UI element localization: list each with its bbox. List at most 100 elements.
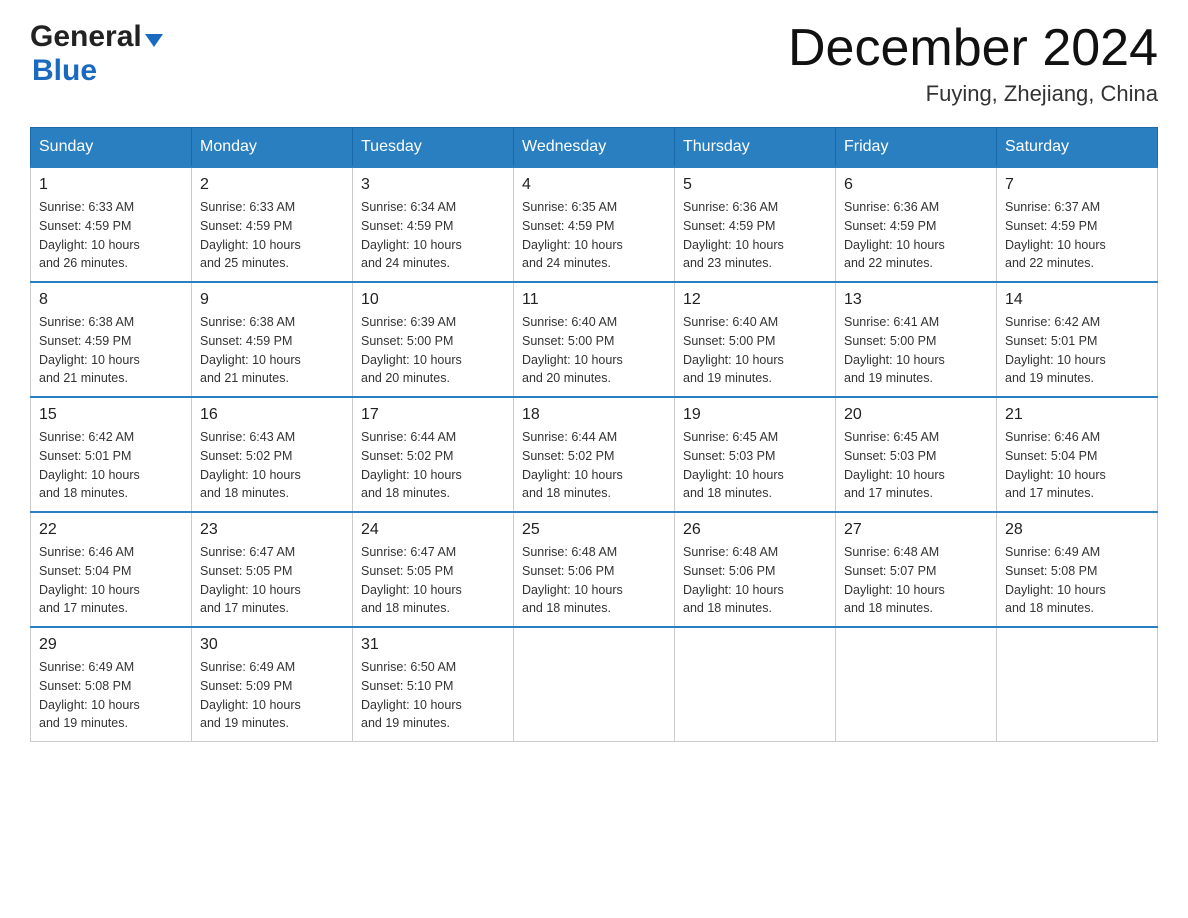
- day-number: 31: [361, 636, 505, 654]
- calendar-cell: 4Sunrise: 6:35 AM Sunset: 4:59 PM Daylig…: [514, 167, 675, 282]
- calendar-cell: 7 Sunrise: 6:37 AM Sunset: 4:59 PM Daylig…: [997, 167, 1158, 282]
- day-info: Sunrise: 6:34 AM Sunset: 4:59 PM Dayligh…: [361, 198, 505, 273]
- day-number: 2: [200, 176, 344, 194]
- day-number: 23: [200, 521, 344, 539]
- calendar-cell: 26 Sunrise: 6:48 AM Sunset: 5:06 PM Dayli…: [675, 512, 836, 627]
- calendar-cell: 20 Sunrise: 6:45 AM Sunset: 5:03 PM Dayli…: [836, 397, 997, 512]
- day-info: Sunrise: 6:48 AM Sunset: 5:07 PM Dayligh…: [844, 543, 988, 618]
- calendar-cell: 23Sunrise: 6:47 AM Sunset: 5:05 PM Dayli…: [192, 512, 353, 627]
- page-header: General Blue December 2024 Fuying, Zheji…: [30, 20, 1158, 107]
- calendar-cell: 19 Sunrise: 6:45 AM Sunset: 5:03 PM Dayli…: [675, 397, 836, 512]
- calendar-cell: 29 Sunrise: 6:49 AM Sunset: 5:08 PM Dayli…: [31, 627, 192, 742]
- month-title: December 2024: [788, 20, 1158, 77]
- day-info: Sunrise: 6:33 AM Sunset: 4:59 PM Dayligh…: [200, 198, 344, 273]
- calendar-cell: 24 Sunrise: 6:47 AM Sunset: 5:05 PM Dayli…: [353, 512, 514, 627]
- calendar-cell: [836, 627, 997, 742]
- day-info: Sunrise: 6:44 AM Sunset: 5:02 PM Dayligh…: [522, 428, 666, 503]
- day-info: Sunrise: 6:44 AM Sunset: 5:02 PM Dayligh…: [361, 428, 505, 503]
- day-info: Sunrise: 6:45 AM Sunset: 5:03 PM Dayligh…: [844, 428, 988, 503]
- calendar-cell: 9 Sunrise: 6:38 AM Sunset: 4:59 PM Daylig…: [192, 282, 353, 397]
- day-number: 26: [683, 521, 827, 539]
- calendar-cell: 8 Sunrise: 6:38 AM Sunset: 4:59 PM Daylig…: [31, 282, 192, 397]
- day-number: 8: [39, 291, 183, 309]
- calendar-cell: 3 Sunrise: 6:34 AM Sunset: 4:59 PM Daylig…: [353, 167, 514, 282]
- day-info: Sunrise: 6:43 AM Sunset: 5:02 PM Dayligh…: [200, 428, 344, 503]
- calendar-week-row: 15Sunrise: 6:42 AM Sunset: 5:01 PM Dayli…: [31, 397, 1158, 512]
- day-number: 19: [683, 406, 827, 424]
- day-info: Sunrise: 6:49 AM Sunset: 5:08 PM Dayligh…: [39, 658, 183, 733]
- calendar-cell: [514, 627, 675, 742]
- day-number: 20: [844, 406, 988, 424]
- day-info: Sunrise: 6:38 AM Sunset: 4:59 PM Dayligh…: [39, 313, 183, 388]
- day-number: 3: [361, 176, 505, 194]
- logo: General Blue: [30, 20, 163, 88]
- day-number: 11: [522, 291, 666, 309]
- day-number: 9: [200, 291, 344, 309]
- col-header-wednesday: Wednesday: [514, 128, 675, 168]
- calendar-cell: 25 Sunrise: 6:48 AM Sunset: 5:06 PM Dayli…: [514, 512, 675, 627]
- day-number: 27: [844, 521, 988, 539]
- day-number: 24: [361, 521, 505, 539]
- day-info: Sunrise: 6:47 AM Sunset: 5:05 PM Dayligh…: [361, 543, 505, 618]
- col-header-monday: Monday: [192, 128, 353, 168]
- calendar-cell: 17 Sunrise: 6:44 AM Sunset: 5:02 PM Dayli…: [353, 397, 514, 512]
- day-number: 29: [39, 636, 183, 654]
- day-info: Sunrise: 6:36 AM Sunset: 4:59 PM Dayligh…: [683, 198, 827, 273]
- calendar-cell: 15Sunrise: 6:42 AM Sunset: 5:01 PM Dayli…: [31, 397, 192, 512]
- day-number: 25: [522, 521, 666, 539]
- day-info: Sunrise: 6:49 AM Sunset: 5:09 PM Dayligh…: [200, 658, 344, 733]
- logo-triangle-icon: [145, 34, 163, 47]
- day-info: Sunrise: 6:46 AM Sunset: 5:04 PM Dayligh…: [39, 543, 183, 618]
- day-number: 6: [844, 176, 988, 194]
- day-info: Sunrise: 6:45 AM Sunset: 5:03 PM Dayligh…: [683, 428, 827, 503]
- day-number: 22: [39, 521, 183, 539]
- day-number: 30: [200, 636, 344, 654]
- day-info: Sunrise: 6:38 AM Sunset: 4:59 PM Dayligh…: [200, 313, 344, 388]
- day-info: Sunrise: 6:41 AM Sunset: 5:00 PM Dayligh…: [844, 313, 988, 388]
- col-header-tuesday: Tuesday: [353, 128, 514, 168]
- calendar-cell: 27 Sunrise: 6:48 AM Sunset: 5:07 PM Dayli…: [836, 512, 997, 627]
- day-number: 12: [683, 291, 827, 309]
- day-number: 17: [361, 406, 505, 424]
- calendar-cell: 28Sunrise: 6:49 AM Sunset: 5:08 PM Dayli…: [997, 512, 1158, 627]
- day-number: 4: [522, 176, 666, 194]
- calendar-cell: 18Sunrise: 6:44 AM Sunset: 5:02 PM Dayli…: [514, 397, 675, 512]
- calendar-week-row: 22 Sunrise: 6:46 AM Sunset: 5:04 PM Dayli…: [31, 512, 1158, 627]
- day-number: 10: [361, 291, 505, 309]
- day-info: Sunrise: 6:42 AM Sunset: 5:01 PM Dayligh…: [39, 428, 183, 503]
- calendar-cell: 12 Sunrise: 6:40 AM Sunset: 5:00 PM Dayli…: [675, 282, 836, 397]
- calendar-cell: 11 Sunrise: 6:40 AM Sunset: 5:00 PM Dayli…: [514, 282, 675, 397]
- calendar-week-row: 1 Sunrise: 6:33 AM Sunset: 4:59 PM Daylig…: [31, 167, 1158, 282]
- calendar-cell: 2 Sunrise: 6:33 AM Sunset: 4:59 PM Daylig…: [192, 167, 353, 282]
- calendar-header-row: SundayMondayTuesdayWednesdayThursdayFrid…: [31, 128, 1158, 168]
- day-info: Sunrise: 6:46 AM Sunset: 5:04 PM Dayligh…: [1005, 428, 1149, 503]
- calendar-cell: 22 Sunrise: 6:46 AM Sunset: 5:04 PM Dayli…: [31, 512, 192, 627]
- day-info: Sunrise: 6:39 AM Sunset: 5:00 PM Dayligh…: [361, 313, 505, 388]
- day-info: Sunrise: 6:48 AM Sunset: 5:06 PM Dayligh…: [683, 543, 827, 618]
- day-info: Sunrise: 6:36 AM Sunset: 4:59 PM Dayligh…: [844, 198, 988, 273]
- calendar-cell: 16 Sunrise: 6:43 AM Sunset: 5:02 PM Dayli…: [192, 397, 353, 512]
- day-number: 16: [200, 406, 344, 424]
- calendar-cell: 31Sunrise: 6:50 AM Sunset: 5:10 PM Dayli…: [353, 627, 514, 742]
- day-info: Sunrise: 6:37 AM Sunset: 4:59 PM Dayligh…: [1005, 198, 1149, 273]
- day-number: 5: [683, 176, 827, 194]
- calendar-cell: [997, 627, 1158, 742]
- col-header-thursday: Thursday: [675, 128, 836, 168]
- calendar-table: SundayMondayTuesdayWednesdayThursdayFrid…: [30, 127, 1158, 742]
- calendar-cell: 21Sunrise: 6:46 AM Sunset: 5:04 PM Dayli…: [997, 397, 1158, 512]
- day-info: Sunrise: 6:33 AM Sunset: 4:59 PM Dayligh…: [39, 198, 183, 273]
- day-number: 28: [1005, 521, 1149, 539]
- day-number: 14: [1005, 291, 1149, 309]
- day-number: 1: [39, 176, 183, 194]
- day-number: 13: [844, 291, 988, 309]
- day-info: Sunrise: 6:48 AM Sunset: 5:06 PM Dayligh…: [522, 543, 666, 618]
- day-info: Sunrise: 6:40 AM Sunset: 5:00 PM Dayligh…: [683, 313, 827, 388]
- location: Fuying, Zhejiang, China: [788, 81, 1158, 107]
- logo-blue: Blue: [32, 54, 97, 87]
- calendar-cell: 10 Sunrise: 6:39 AM Sunset: 5:00 PM Dayli…: [353, 282, 514, 397]
- day-info: Sunrise: 6:40 AM Sunset: 5:00 PM Dayligh…: [522, 313, 666, 388]
- col-header-sunday: Sunday: [31, 128, 192, 168]
- calendar-cell: 6 Sunrise: 6:36 AM Sunset: 4:59 PM Daylig…: [836, 167, 997, 282]
- calendar-cell: 1 Sunrise: 6:33 AM Sunset: 4:59 PM Daylig…: [31, 167, 192, 282]
- day-number: 7: [1005, 176, 1149, 194]
